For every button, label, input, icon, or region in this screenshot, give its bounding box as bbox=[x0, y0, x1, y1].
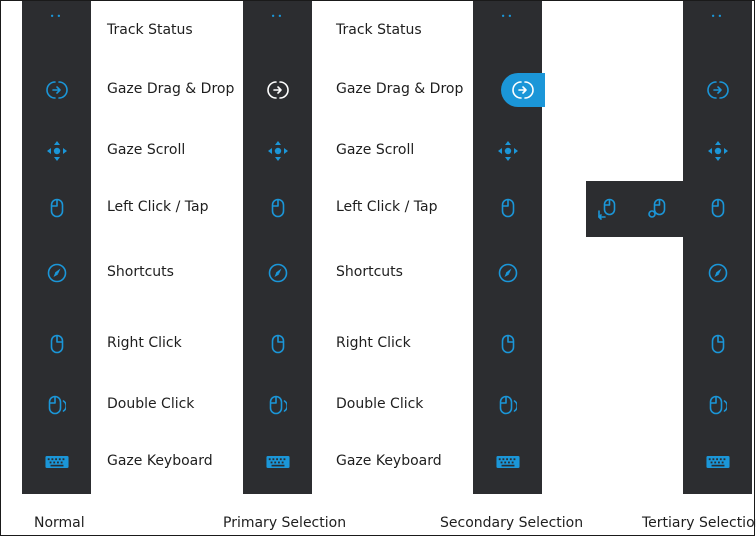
double-click-icon[interactable] bbox=[496, 393, 520, 417]
menu-item-label: Track Status bbox=[107, 22, 193, 38]
keyboard-icon[interactable] bbox=[495, 450, 520, 474]
right-click-icon[interactable] bbox=[706, 332, 730, 356]
menu-item-label: Gaze Drag & Drop bbox=[107, 81, 235, 97]
menu-item-label: Left Click / Tap bbox=[107, 199, 209, 215]
menu-item-label: Double Click bbox=[107, 396, 195, 412]
track-status-icon[interactable]: •• bbox=[473, 13, 542, 21]
state-caption: Primary Selection bbox=[223, 515, 347, 531]
track-status-icon[interactable]: •• bbox=[22, 13, 91, 21]
state-caption: Tertiary Selection bbox=[642, 515, 756, 531]
left-click-icon[interactable] bbox=[45, 196, 69, 220]
left-click-icon[interactable] bbox=[706, 196, 730, 220]
menu-item-label: Gaze Scroll bbox=[107, 142, 186, 158]
menu-item-label: Right Click bbox=[336, 335, 411, 351]
drag-drop-icon bbox=[511, 78, 535, 102]
gaze-menu-panel: •• bbox=[22, 1, 91, 494]
gaze-menu-panel: •• bbox=[243, 1, 312, 494]
left-click-icon[interactable] bbox=[496, 196, 520, 220]
keyboard-icon[interactable] bbox=[44, 450, 69, 474]
state-caption: Normal bbox=[34, 515, 85, 531]
right-click-icon[interactable] bbox=[266, 332, 290, 356]
track-status-icon[interactable]: •• bbox=[683, 13, 752, 21]
keyboard-icon[interactable] bbox=[265, 450, 290, 474]
left-click-submenu bbox=[586, 181, 684, 237]
scroll-icon[interactable] bbox=[496, 139, 520, 163]
menu-item-label: Right Click bbox=[107, 335, 182, 351]
scroll-icon[interactable] bbox=[266, 139, 290, 163]
double-click-icon[interactable] bbox=[706, 393, 730, 417]
menu-item-label: Shortcuts bbox=[336, 264, 403, 280]
menu-item-label: Gaze Scroll bbox=[336, 142, 415, 158]
drag-drop-icon[interactable] bbox=[45, 78, 69, 102]
left-click-drag-icon[interactable] bbox=[596, 197, 620, 221]
shortcuts-icon[interactable] bbox=[266, 261, 290, 285]
scroll-icon[interactable] bbox=[706, 139, 730, 163]
left-click-icon[interactable] bbox=[266, 196, 290, 220]
shortcuts-icon[interactable] bbox=[45, 261, 69, 285]
scroll-icon[interactable] bbox=[45, 139, 69, 163]
double-click-icon[interactable] bbox=[45, 393, 69, 417]
left-click-multi-icon[interactable] bbox=[646, 197, 670, 221]
keyboard-icon[interactable] bbox=[705, 450, 730, 474]
right-click-icon[interactable] bbox=[496, 332, 520, 356]
selected-item-pill[interactable] bbox=[501, 73, 545, 107]
state-caption: Secondary Selection bbox=[440, 515, 584, 531]
drag-drop-icon[interactable] bbox=[706, 78, 730, 102]
menu-item-label: Shortcuts bbox=[107, 264, 174, 280]
double-click-icon[interactable] bbox=[266, 393, 290, 417]
menu-item-label: Gaze Drag & Drop bbox=[336, 81, 464, 97]
menu-item-label: Left Click / Tap bbox=[336, 199, 438, 215]
menu-item-label: Gaze Keyboard bbox=[336, 453, 442, 469]
drag-drop-icon[interactable] bbox=[266, 78, 290, 102]
menu-item-label: Gaze Keyboard bbox=[107, 453, 213, 469]
shortcuts-icon[interactable] bbox=[706, 261, 730, 285]
shortcuts-icon[interactable] bbox=[496, 261, 520, 285]
menu-item-label: Track Status bbox=[336, 22, 422, 38]
track-status-icon[interactable]: •• bbox=[243, 13, 312, 21]
menu-item-label: Double Click bbox=[336, 396, 424, 412]
gaze-menu-panel: •• bbox=[473, 1, 545, 494]
right-click-icon[interactable] bbox=[45, 332, 69, 356]
gaze-menu-panel: •• bbox=[683, 1, 752, 494]
